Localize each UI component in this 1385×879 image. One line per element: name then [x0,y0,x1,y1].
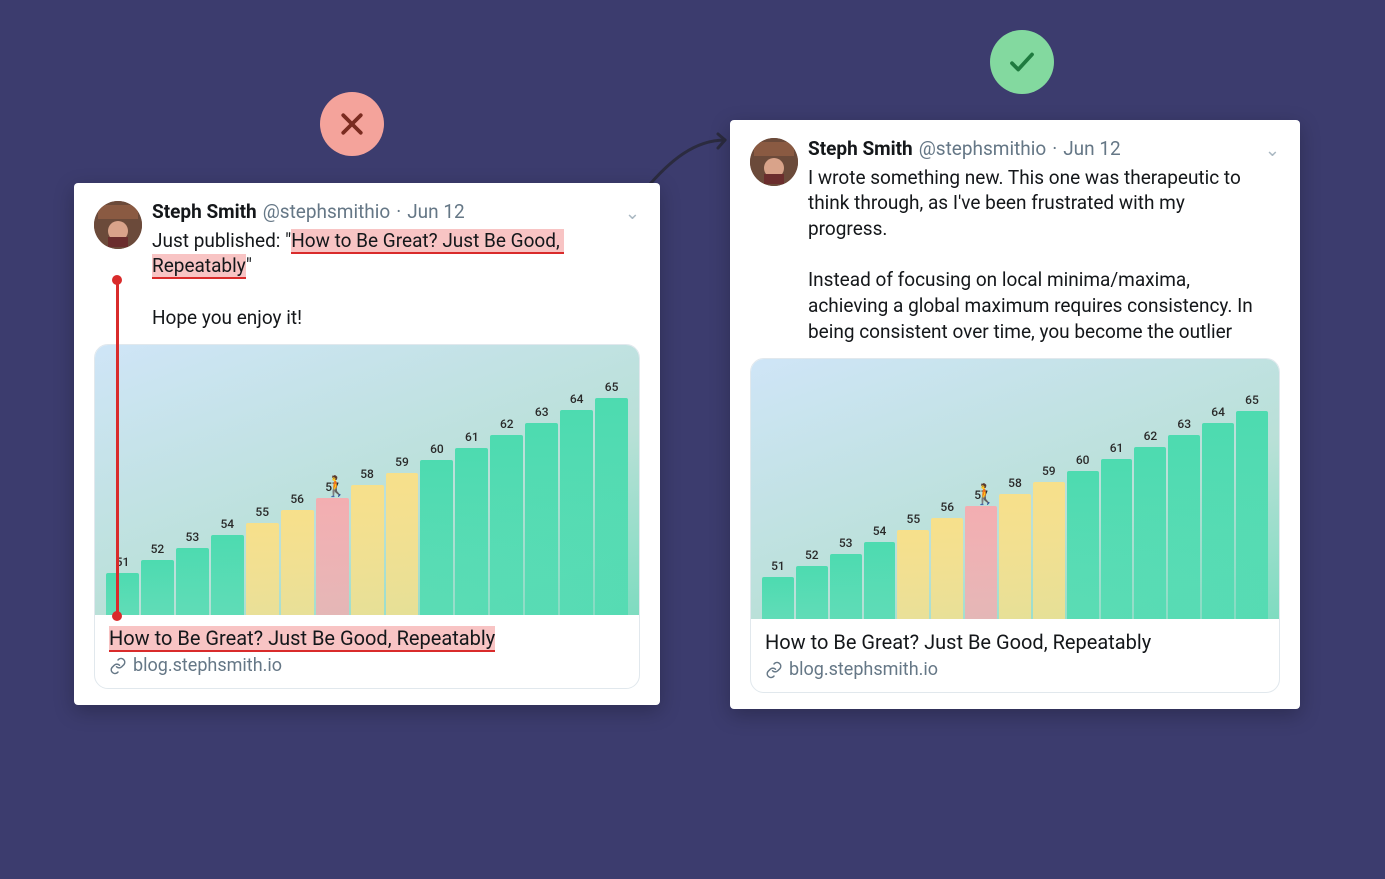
tweet-header: Steph Smith @stephsmithio · Jun 12 [152,201,615,224]
chart-bar-label: 63 [525,405,558,419]
chart-bar-label: 59 [1033,464,1065,478]
chart-bar: 61 [1101,459,1133,620]
chart-bar-label: 62 [1134,429,1166,443]
chart-bar: 63 [1168,435,1200,619]
chart-bar-label: 52 [141,542,174,556]
tweet-body: Just published: "How to Be Great? Just B… [152,228,615,331]
link-preview-title: How to Be Great? Just Be Good, Repeatabl… [109,625,625,651]
avatar[interactable] [750,138,798,186]
chart-bar-label: 51 [106,555,139,569]
chart-bar: 65 [1236,411,1268,619]
tweet-card-bad: Steph Smith @stephsmithio · Jun 12 Just … [74,183,660,705]
chart-bar: 53 [830,554,862,620]
tweet-body: I wrote something new. This one was ther… [808,165,1255,344]
badge-bad [320,92,384,156]
chart-bar-label: 52 [796,548,828,562]
chart-bar-label: 61 [455,430,488,444]
chart-bar: 51 [762,577,794,619]
link-icon [109,657,127,675]
chart-bar-label: 64 [560,392,593,406]
link-preview-image: 515253545556575859606162636465 🚶 [95,345,639,615]
separator: · [396,201,401,224]
chart-bar: 57 [316,498,349,616]
chart-bar-label: 51 [762,559,794,573]
chart-bar: 58 [351,485,384,615]
chart-bar-label: 56 [281,492,314,506]
chart-bar-label: 53 [830,536,862,550]
author-name[interactable]: Steph Smith [808,138,913,161]
chart-bar: 62 [1134,447,1166,620]
chart-bar: 53 [176,548,209,616]
chart-bar-label: 65 [1236,393,1268,407]
chart-bar: 58 [999,494,1031,619]
chart-bar: 56 [281,510,314,615]
link-preview-title: How to Be Great? Just Be Good, Repeatabl… [765,629,1265,655]
chart-bar-label: 58 [999,476,1031,490]
chart-bar: 64 [1202,423,1234,619]
author-handle[interactable]: @stephsmithio [919,138,1047,161]
chevron-down-icon[interactable]: ⌄ [625,201,640,224]
chart-bar: 59 [386,473,419,616]
chart-bar: 59 [1033,482,1065,619]
walker-icon: 🚶 [323,476,348,496]
chart-bar-label: 58 [351,467,384,481]
author-handle[interactable]: @stephsmithio [263,201,391,224]
chart-bar-label: 55 [246,505,279,519]
link-preview-url: blog.stephsmith.io [765,659,1265,680]
badge-good [990,30,1054,94]
walker-icon: 🚶 [973,484,998,504]
chart-bar: 62 [490,435,523,615]
chart-bar-label: 54 [864,524,896,538]
chart-bar-label: 63 [1168,417,1200,431]
chart-bar: 54 [211,535,244,615]
link-icon [765,661,783,679]
chart-bar: 65 [595,398,628,616]
chart-bar-label: 56 [931,500,963,514]
chart-bar-label: 60 [1067,453,1099,467]
link-preview-card[interactable]: 515253545556575859606162636465 🚶 How to … [750,358,1280,693]
tweet-date[interactable]: Jun 12 [407,201,465,224]
chart-bar-label: 54 [211,517,244,531]
chart-bar-label: 62 [490,417,523,431]
check-icon [1007,47,1037,77]
chart-bar: 55 [897,530,929,619]
chart-bar-label: 55 [897,512,929,526]
link-preview-card[interactable]: 515253545556575859606162636465 🚶 How to … [94,344,640,689]
tweet-card-good: Steph Smith @stephsmithio · Jun 12 I wro… [730,120,1300,709]
chart-bar: 56 [931,518,963,619]
chart-bar-label: 61 [1101,441,1133,455]
chart-bar: 61 [455,448,488,616]
chart-bar: 55 [246,523,279,616]
chart-bar-label: 59 [386,455,419,469]
link-preview-image: 515253545556575859606162636465 🚶 [751,359,1279,619]
chart-bar: 64 [560,410,593,615]
avatar[interactable] [94,201,142,249]
chart-bar: 54 [864,542,896,620]
chart-bar: 52 [796,566,828,620]
chart-bar-label: 60 [420,442,453,456]
chart-bar: 63 [525,423,558,616]
chart-bar: 60 [1067,471,1099,620]
author-name[interactable]: Steph Smith [152,201,257,224]
chart-bar: 60 [420,460,453,615]
chart-bar-label: 64 [1202,405,1234,419]
tweet-date[interactable]: Jun 12 [1063,138,1121,161]
separator: · [1052,138,1057,161]
chevron-down-icon[interactable]: ⌄ [1265,138,1280,161]
chart-bar-label: 65 [595,380,628,394]
chart-bar: 51 [106,573,139,616]
chart-bar-label: 53 [176,530,209,544]
chart-bar: 52 [141,560,174,615]
chart-bar: 57 [965,506,997,619]
link-preview-url: blog.stephsmith.io [109,655,625,676]
x-icon [337,109,367,139]
tweet-header: Steph Smith @stephsmithio · Jun 12 [808,138,1255,161]
